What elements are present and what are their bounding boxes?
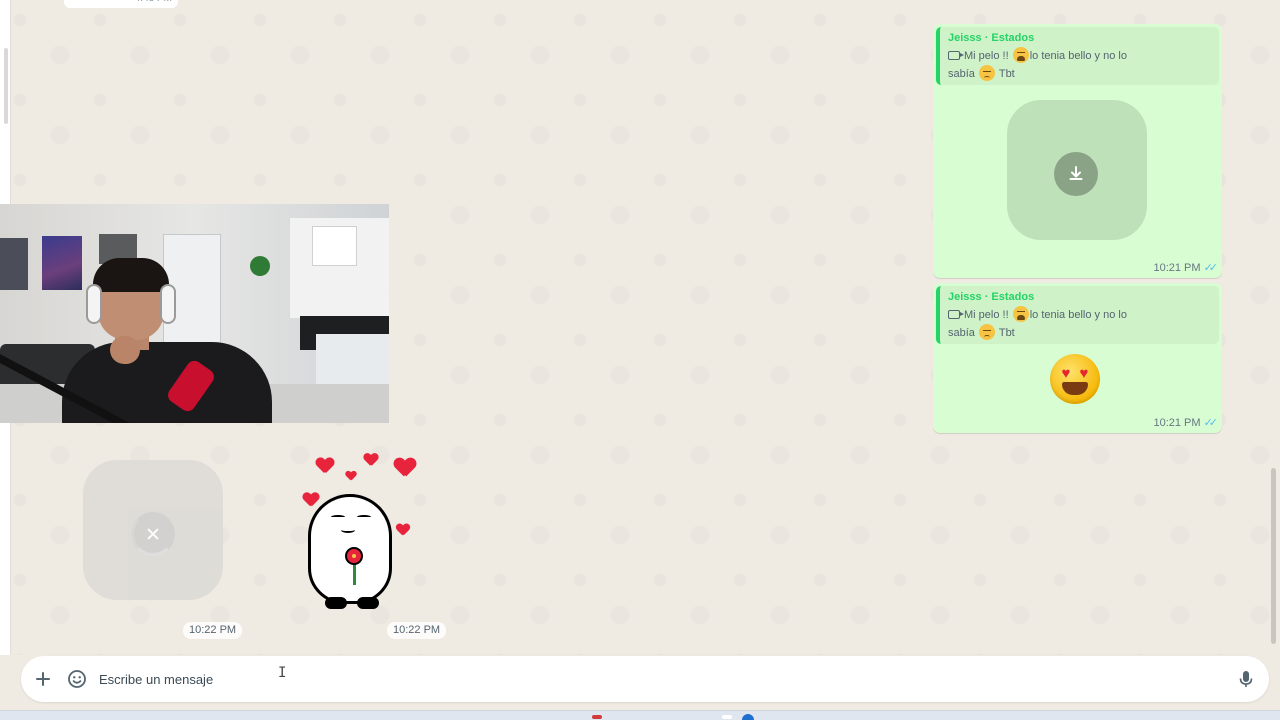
attach-plus-icon[interactable]	[33, 669, 53, 689]
sticker-time: 10:22 PM	[183, 622, 243, 639]
flower-icon	[345, 547, 363, 565]
read-ticks-icon: ✓✓	[1203, 262, 1219, 274]
flork-sticker[interactable]	[298, 448, 424, 614]
download-icon	[1069, 166, 1083, 180]
flork-character	[308, 494, 392, 609]
read-ticks-icon: ✓✓	[1203, 417, 1219, 429]
outgoing-message[interactable]: Jeisss · Estados Mi pelo !! lo tenia bel…	[933, 24, 1222, 278]
heart-icon	[303, 493, 319, 507]
video-thumbnail[interactable]	[1007, 100, 1147, 240]
emoji-sticker-icon[interactable]	[67, 669, 87, 689]
sticker-time: 10:22 PM	[387, 622, 447, 639]
heart-eyes-emoji: ♥ ♥	[1050, 354, 1100, 404]
taskbar-app-icon[interactable]	[592, 715, 602, 719]
message-time: 10:21 PM ✓✓	[1153, 262, 1219, 274]
sad-face-emoji	[978, 65, 995, 81]
microphone-icon[interactable]	[1236, 669, 1256, 689]
message-input[interactable]	[99, 668, 1199, 690]
heart-icon	[364, 454, 378, 467]
text-cursor-icon: I	[278, 665, 287, 681]
message-time: 10:21 PM ✓✓	[1153, 417, 1219, 429]
webcam-overlay	[0, 204, 389, 423]
heart-icon	[396, 524, 410, 536]
quote-text: Mi pelo !! lo tenia bello y no lo sabía …	[948, 47, 1211, 83]
video-icon	[948, 51, 964, 60]
sad-face-emoji	[978, 324, 995, 340]
outgoing-message[interactable]: Jeisss · Estados Mi pelo !! lo tenia bel…	[933, 283, 1222, 433]
os-taskbar	[0, 710, 1280, 720]
taskbar-app-icon[interactable]	[722, 715, 732, 719]
heart-icon	[394, 458, 416, 477]
message-composer: I	[21, 656, 1269, 702]
headphones	[86, 284, 102, 324]
tired-face-emoji	[1012, 306, 1029, 322]
cancel-download-button[interactable]	[131, 512, 175, 556]
quote-author: Jeisss · Estados	[948, 32, 1035, 44]
tired-face-emoji	[1012, 47, 1029, 63]
quote-text: Mi pelo !! lo tenia bello y no lo sabía …	[948, 306, 1211, 342]
quote-author: Jeisss · Estados	[948, 291, 1035, 303]
chat-scrollbar[interactable]	[1271, 468, 1276, 644]
heart-icon	[346, 471, 357, 481]
status-reply-quote[interactable]: Jeisss · Estados Mi pelo !! lo tenia bel…	[936, 286, 1219, 344]
previous-message-time: 4:48 PM	[64, 0, 178, 8]
download-button[interactable]	[1054, 152, 1098, 196]
sidebar-scrollbar[interactable]	[4, 48, 8, 124]
video-icon	[948, 310, 964, 319]
status-reply-quote[interactable]: Jeisss · Estados Mi pelo !! lo tenia bel…	[936, 27, 1219, 85]
taskbar-app-icon[interactable]	[742, 714, 754, 720]
heart-icon	[316, 458, 334, 474]
sticker-placeholder[interactable]	[83, 460, 223, 600]
